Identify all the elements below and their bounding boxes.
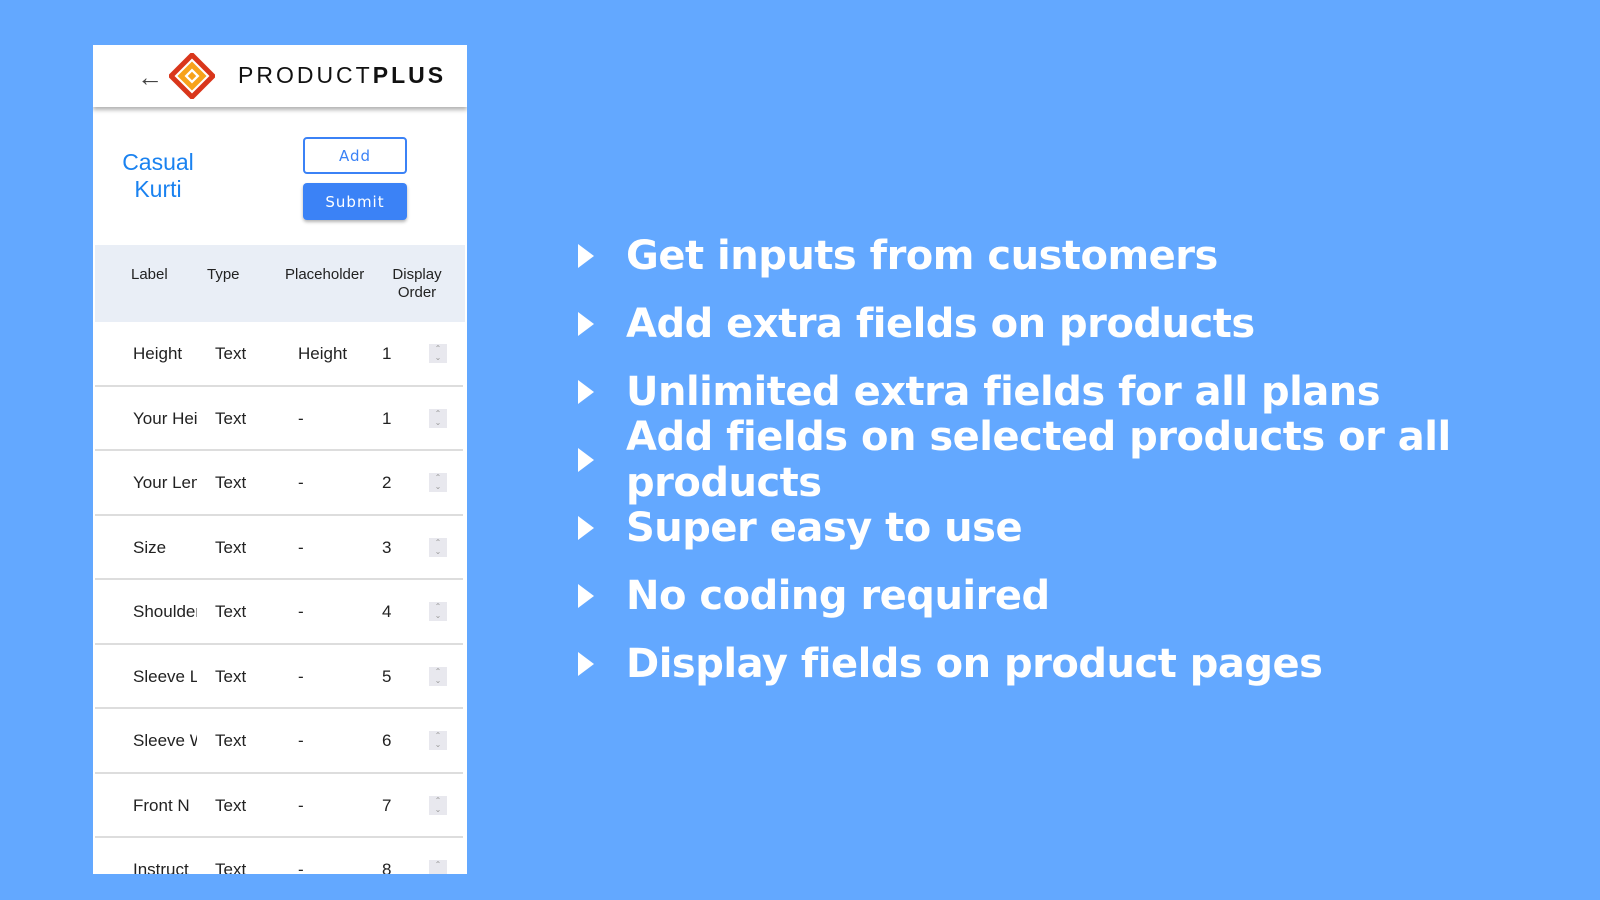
feature-text: Display fields on product pages <box>626 641 1323 687</box>
header-placeholder: Placeholder <box>285 266 365 283</box>
order-stepper[interactable]: ⌃ ⌄ <box>429 602 447 621</box>
cell-placeholder: - <box>298 602 304 621</box>
feature-text: No coding required <box>626 573 1050 619</box>
feature-text: Add extra fields on products <box>626 301 1255 347</box>
feature-item: Get inputs from customers <box>578 222 1600 290</box>
feature-list: Get inputs from customers Add extra field… <box>578 222 1600 698</box>
cell-display-order: 1 <box>382 408 392 428</box>
order-stepper[interactable]: ⌃ ⌄ <box>429 344 447 363</box>
cell-display-order: 8 <box>382 860 392 874</box>
table-row: Shoulder Text - 4 ⌃ ⌄ <box>95 580 463 645</box>
table-row: Sleeve L Text - 5 ⌃ ⌄ <box>95 645 463 709</box>
feature-item: Add extra fields on products <box>578 290 1600 358</box>
order-stepper[interactable]: ⌃ ⌄ <box>429 473 447 492</box>
order-stepper[interactable]: ⌃ ⌄ <box>429 537 447 557</box>
cell-type: Text <box>215 795 247 815</box>
table-header: Label Type Placeholder Display Order <box>95 245 465 322</box>
triangle-bullet-icon <box>578 244 594 268</box>
cell-display-order: 3 <box>382 537 392 557</box>
cell-type: Text <box>215 731 247 750</box>
triangle-bullet-icon <box>578 516 594 540</box>
feature-item: Add fields on selected products or all p… <box>578 414 1600 506</box>
cell-display-order: 2 <box>382 473 392 492</box>
feature-text: Unlimited extra fields for all plans <box>626 369 1381 415</box>
cell-placeholder: - <box>298 860 304 874</box>
table-row: Your Height Text - 1 ⌃⌄ <box>95 387 463 451</box>
table-row: Your Length Text - 2 ⌃⌄ <box>95 451 463 516</box>
feature-item: Display fields on product pages <box>578 630 1600 698</box>
triangle-bullet-icon <box>578 312 594 336</box>
cell-placeholder: - <box>298 408 304 428</box>
cell-placeholder: - <box>298 666 304 686</box>
feature-text: Add fields on selected products or all p… <box>626 414 1451 506</box>
cell-label: Front N <box>133 795 190 815</box>
header-label: Label <box>131 266 168 283</box>
add-button[interactable]: Add <box>303 137 407 174</box>
cell-label: Sleeve W <box>133 731 197 750</box>
table-row: Height Text Height 1 ⌃ ⌄ <box>95 322 463 387</box>
arrow-left-icon[interactable]: ← <box>137 62 163 93</box>
cell-label: Size <box>133 537 167 557</box>
product-title: Casual Kurti <box>122 149 194 202</box>
order-stepper[interactable]: ⌃ ⌄ <box>429 408 447 428</box>
cell-display-order: 7 <box>382 795 392 815</box>
cell-display-order: 4 <box>382 602 392 621</box>
cell-label: Your Length <box>133 473 197 492</box>
cell-label: Height <box>133 344 183 363</box>
brand-name: PRODUCTPLUS <box>238 62 447 88</box>
app-panel: ← PRODUCTPLUS Casual Kurti Add Submit La… <box>93 45 467 874</box>
cell-type: Text <box>215 860 247 874</box>
header-type: Type <box>207 266 240 283</box>
cell-label: Sleeve L <box>133 666 197 686</box>
cell-type: Text <box>215 666 247 686</box>
cell-display-order: 6 <box>382 731 392 750</box>
order-stepper[interactable]: ⌃ ⌄ <box>429 795 447 815</box>
cell-display-order: 5 <box>382 666 392 686</box>
order-stepper[interactable]: ⌃ ⌄ <box>429 860 447 874</box>
feature-text: Get inputs from customers <box>626 233 1218 279</box>
table-row: Size Text - 3 ⌃ ⌄ <box>95 516 463 580</box>
cell-placeholder: - <box>298 795 304 815</box>
cell-placeholder: - <box>298 537 304 557</box>
order-stepper[interactable]: ⌃ ⌄ <box>429 731 447 750</box>
cell-type: Text <box>215 344 247 363</box>
cell-type: Text <box>215 408 247 428</box>
app-header: ← PRODUCTPLUS <box>93 45 467 107</box>
order-stepper[interactable]: ⌃ ⌄ <box>429 666 447 686</box>
cell-label: Shoulder <box>133 602 197 621</box>
triangle-bullet-icon <box>578 448 594 472</box>
triangle-bullet-icon <box>578 380 594 404</box>
table-body: Height Text Height 1 ⌃⌄Your Height Text … <box>95 322 463 874</box>
cell-placeholder: - <box>298 731 304 750</box>
table-row: Instruct Text - 8 ⌃ ⌄ <box>95 838 463 874</box>
header-display-order: Display Order <box>392 266 442 301</box>
table-row: Front N Text - 7 ⌃ ⌄ <box>95 774 463 838</box>
table-row: Sleeve W Text - 6 ⌃⌄ <box>95 709 463 774</box>
feature-item: No coding required <box>578 562 1600 630</box>
cell-placeholder: - <box>298 473 304 492</box>
cell-display-order: 1 <box>382 344 392 363</box>
triangle-bullet-icon <box>578 584 594 608</box>
cell-type: Text <box>215 473 247 492</box>
triangle-bullet-icon <box>578 652 594 676</box>
cell-type: Text <box>215 602 247 621</box>
cell-label: Instruct <box>133 860 189 874</box>
feature-text: Super easy to use <box>626 505 1023 551</box>
cell-type: Text <box>215 537 247 557</box>
cell-label: Your Height <box>133 408 197 428</box>
productplus-logo <box>169 53 215 99</box>
cell-placeholder: Height <box>298 344 348 363</box>
submit-button[interactable]: Submit <box>303 183 407 220</box>
